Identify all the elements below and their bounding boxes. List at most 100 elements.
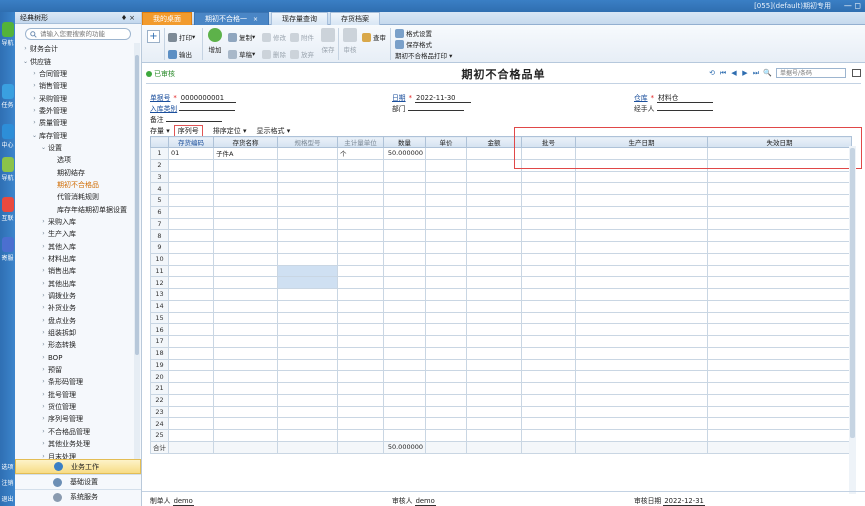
- dept-value[interactable]: [407, 110, 464, 111]
- table-cell[interactable]: [707, 417, 852, 430]
- copy-button[interactable]: 复制 ▾: [228, 32, 255, 42]
- table-cell[interactable]: [466, 217, 522, 231]
- table-cell[interactable]: [383, 299, 426, 313]
- table-cell[interactable]: [337, 252, 384, 266]
- table-row[interactable]: 13: [150, 288, 852, 301]
- table-cell[interactable]: [425, 346, 467, 360]
- table-cell[interactable]: 01: [168, 147, 214, 160]
- tree-item[interactable]: › BOP: [15, 352, 141, 364]
- table-cell[interactable]: [168, 393, 214, 407]
- table-cell[interactable]: [521, 346, 576, 360]
- stock-dropdown[interactable]: 存量 ▾: [150, 126, 170, 136]
- rail-item[interactable]: 退出: [0, 494, 15, 503]
- table-cell[interactable]: [383, 229, 426, 242]
- table-row[interactable]: 14: [150, 299, 852, 313]
- rail-item[interactable]: 中心: [0, 124, 15, 149]
- table-cell[interactable]: [277, 299, 338, 313]
- first-record-icon[interactable]: ⏮: [719, 69, 727, 77]
- table-cell[interactable]: [213, 182, 278, 195]
- tree-item[interactable]: › 补货业务: [15, 302, 141, 314]
- discard-button[interactable]: 放弃: [290, 49, 314, 59]
- table-row[interactable]: 11: [150, 264, 852, 278]
- table-cell[interactable]: [277, 182, 338, 195]
- table-cell[interactable]: [466, 205, 522, 219]
- table-cell[interactable]: [168, 311, 214, 325]
- table-cell[interactable]: [383, 346, 426, 360]
- table-row[interactable]: 21: [150, 382, 852, 395]
- table-cell[interactable]: [277, 323, 338, 336]
- tree-item[interactable]: 代管消耗规则: [15, 191, 141, 203]
- table-cell[interactable]: [466, 346, 522, 360]
- table-cell[interactable]: [425, 393, 467, 407]
- bottom-nav-item[interactable]: 业务工作: [15, 459, 141, 474]
- tree-item[interactable]: › 采购管理: [15, 92, 141, 104]
- table-cell[interactable]: [521, 440, 576, 454]
- table-cell[interactable]: [213, 194, 278, 207]
- table-cell[interactable]: [277, 170, 338, 184]
- table-cell[interactable]: [466, 170, 522, 184]
- tab-item[interactable]: 现存量查询: [271, 12, 329, 25]
- table-cell[interactable]: [521, 182, 576, 195]
- table-cell[interactable]: [425, 252, 467, 266]
- table-cell[interactable]: [383, 358, 426, 372]
- rail-item[interactable]: 寄服: [0, 237, 15, 262]
- table-cell[interactable]: [337, 276, 384, 289]
- table-cell[interactable]: [707, 323, 852, 336]
- table-cell[interactable]: [707, 335, 852, 348]
- table-cell[interactable]: [168, 252, 214, 266]
- table-cell[interactable]: [383, 264, 426, 278]
- table-cell[interactable]: [277, 393, 338, 407]
- table-cell[interactable]: [521, 288, 576, 301]
- table-cell[interactable]: [707, 217, 852, 231]
- attach-button[interactable]: 附件: [290, 32, 314, 42]
- tree-item[interactable]: ⌄ 库存管理: [15, 129, 141, 141]
- table-cell[interactable]: [521, 323, 576, 336]
- in-type-value[interactable]: [179, 110, 236, 111]
- table-cell[interactable]: [707, 382, 852, 395]
- table-cell[interactable]: [383, 241, 426, 254]
- table-cell[interactable]: [466, 311, 522, 325]
- table-cell[interactable]: [168, 205, 214, 219]
- tab-item[interactable]: 我的桌面: [142, 12, 192, 25]
- table-cell[interactable]: [337, 405, 384, 419]
- table-cell[interactable]: [425, 264, 467, 278]
- table-cell[interactable]: [575, 252, 708, 266]
- table-row[interactable]: 23: [150, 405, 852, 419]
- table-cell[interactable]: [425, 241, 467, 254]
- table-cell[interactable]: [521, 358, 576, 372]
- table-cell[interactable]: [425, 311, 467, 325]
- table-cell[interactable]: [707, 194, 852, 207]
- table-cell[interactable]: [277, 252, 338, 266]
- warehouse-value[interactable]: 材料仓: [657, 92, 713, 103]
- bottom-nav-item[interactable]: 基础设置: [15, 474, 141, 489]
- table-cell[interactable]: [277, 417, 338, 430]
- scroll-thumb[interactable]: [135, 55, 139, 355]
- table-cell[interactable]: [707, 393, 852, 407]
- table-cell[interactable]: [575, 205, 708, 219]
- table-cell[interactable]: [337, 335, 384, 348]
- table-cell[interactable]: [213, 440, 278, 454]
- rail-item[interactable]: 导航: [0, 22, 15, 47]
- table-cell[interactable]: [277, 358, 338, 372]
- column-header[interactable]: 数量: [383, 136, 426, 148]
- rail-item[interactable]: 互联: [0, 197, 15, 222]
- table-cell[interactable]: [575, 264, 708, 278]
- table-cell[interactable]: [425, 194, 467, 207]
- save-button[interactable]: 保存: [321, 28, 335, 54]
- table-cell[interactable]: [425, 299, 467, 313]
- table-cell[interactable]: [521, 405, 576, 419]
- table-cell[interactable]: [466, 429, 522, 442]
- table-cell[interactable]: [213, 276, 278, 289]
- table-cell[interactable]: [213, 358, 278, 372]
- table-cell[interactable]: [466, 229, 522, 242]
- table-cell[interactable]: [168, 229, 214, 242]
- table-cell[interactable]: [521, 335, 576, 348]
- table-cell[interactable]: [521, 205, 576, 219]
- format-settings-button[interactable]: 格式设置: [395, 28, 432, 38]
- table-cell[interactable]: [213, 252, 278, 266]
- table-cell[interactable]: [575, 229, 708, 242]
- tree-item[interactable]: › 财务会计: [15, 43, 141, 55]
- table-cell[interactable]: [337, 393, 384, 407]
- table-cell[interactable]: [425, 417, 467, 430]
- table-cell[interactable]: 个: [337, 147, 384, 160]
